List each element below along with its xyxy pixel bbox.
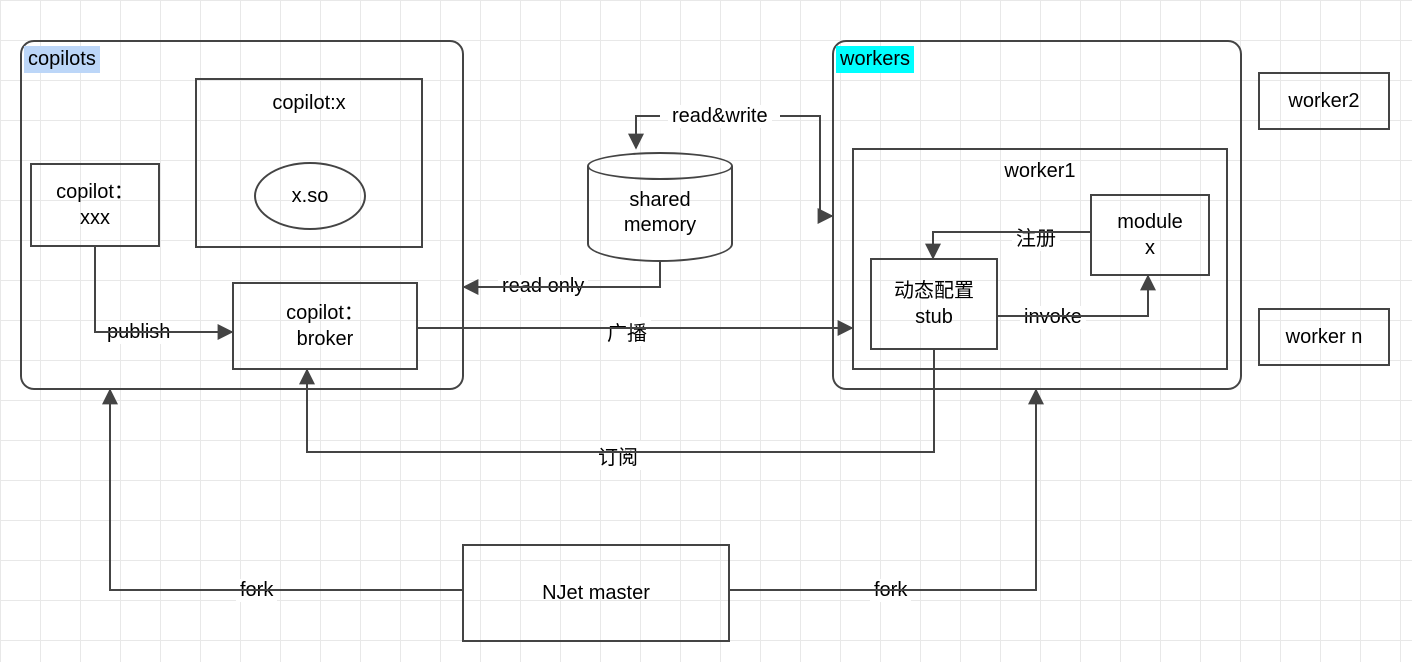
edge-label-subscribe: 订阅 [594, 441, 642, 470]
copilots-group-label: copilots [24, 46, 100, 73]
copilot-x-title: copilot:x [272, 90, 345, 116]
edge-label-fork-left: fork [236, 579, 277, 602]
worker2: worker2 [1258, 72, 1390, 130]
module-x: module x [1090, 194, 1210, 276]
edge-label-read-write: read&write [668, 105, 772, 128]
edge-label-broadcast: 广播 [603, 317, 651, 346]
dyn-stub: 动态配置 stub [870, 258, 998, 350]
edge-label-publish: publish [103, 321, 174, 344]
copilot-broker: copilot： broker [232, 282, 418, 370]
workers-group-label: workers [836, 46, 914, 73]
edge-label-register: 注册 [1012, 222, 1060, 251]
edge-label-fork-right: fork [870, 579, 911, 602]
worker1-title: worker1 [1004, 158, 1075, 184]
copilot-xxx: copilot： xxx [30, 163, 160, 247]
x-so-label: x.so [292, 185, 329, 208]
edge-label-read-only: read only [498, 275, 588, 298]
x-so-ellipse: x.so [254, 162, 366, 230]
shared-memory: shared memory [587, 152, 733, 262]
shared-memory-label: shared memory [587, 188, 733, 238]
worker-n: worker n [1258, 308, 1390, 366]
edge-label-invoke: invoke [1020, 306, 1086, 329]
njet-master: NJet master [462, 544, 730, 642]
